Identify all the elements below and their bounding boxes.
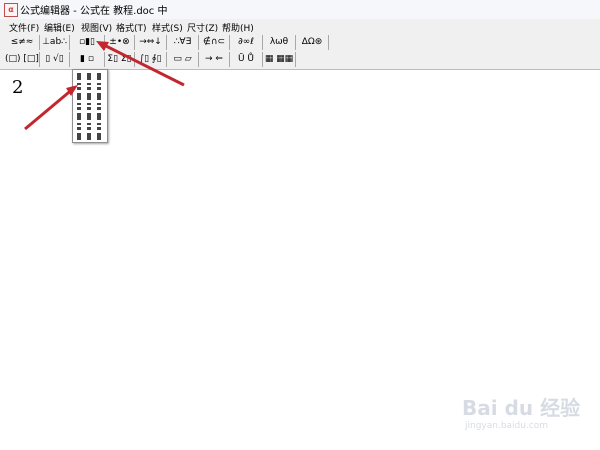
template-cell[interactable]	[75, 112, 84, 121]
logical-symbols-button[interactable]: ∴∀∃	[167, 35, 199, 50]
template-cell[interactable]	[85, 132, 94, 141]
equation-text[interactable]: 2	[12, 77, 23, 98]
template-cell[interactable]	[95, 122, 104, 131]
menu-file[interactable]: 文件(F)	[9, 21, 39, 34]
template-cell[interactable]	[85, 102, 94, 111]
fraction-radical-templates-button[interactable]: ▯ √▯	[40, 52, 70, 67]
greek-uppercase-button[interactable]: ΔΩ⊛	[296, 35, 329, 50]
template-cell[interactable]	[95, 92, 104, 101]
labeled-arrow-templates-button[interactable]: → ⇐	[199, 52, 230, 67]
template-cell[interactable]	[75, 92, 84, 101]
template-cell[interactable]	[85, 92, 94, 101]
menu-edit[interactable]: 编辑(E)	[44, 21, 75, 34]
template-cell[interactable]	[85, 72, 94, 81]
menu-size[interactable]: 尺寸(Z)	[187, 21, 218, 34]
toolbar-row-symbols: ≤≠≈ ⊥ab∴ ▫▮▯ ±•⊗ →⇔↓ ∴∀∃ ∉∩⊂ ∂∞ℓ λωθ ΔΩ⊛	[0, 35, 600, 52]
template-cell[interactable]	[75, 82, 84, 91]
template-cell[interactable]	[95, 112, 104, 121]
template-cell[interactable]	[75, 122, 84, 131]
relational-symbols-button[interactable]: ≤≠≈	[5, 35, 40, 50]
spaces-ellipses-button[interactable]: ⊥ab∴	[40, 35, 70, 50]
toolbar-row-templates: (□) [□] ▯ √▯ ▮ ▫ Σ▯ Σ▯ ∫▯ ∮▯ ▭ ▱ → ⇐ Ū Ů…	[0, 52, 600, 69]
template-cell[interactable]	[95, 102, 104, 111]
template-cell[interactable]	[75, 102, 84, 111]
set-theory-button[interactable]: ∉∩⊂	[199, 35, 230, 50]
template-cell[interactable]	[85, 122, 94, 131]
operator-symbols-button[interactable]: ±•⊗	[105, 35, 135, 50]
template-cell[interactable]	[75, 132, 84, 141]
template-cell[interactable]	[95, 82, 104, 91]
product-templates-button[interactable]: Ū Ů	[230, 52, 263, 67]
template-palette-dropdown	[72, 69, 108, 143]
underbar-overbar-templates-button[interactable]: ▭ ▱	[167, 52, 199, 67]
misc-symbols-button[interactable]: ∂∞ℓ	[230, 35, 263, 50]
app-icon: α	[4, 3, 18, 17]
menu-format[interactable]: 格式(T)	[116, 21, 147, 34]
arrow-symbols-button[interactable]: →⇔↓	[135, 35, 167, 50]
template-cell[interactable]	[85, 82, 94, 91]
subscript-superscript-templates-button[interactable]: ▮ ▫	[70, 52, 105, 67]
fence-templates-button[interactable]: (□) [□]	[5, 52, 40, 67]
window-title: 公式编辑器 - 公式在 教程.doc 中	[20, 6, 168, 17]
menu-view[interactable]: 视图(V)	[81, 21, 112, 34]
menu-bar: 文件(F) 编辑(E) 视图(V) 格式(T) 样式(S) 尺寸(Z) 帮助(H…	[0, 19, 600, 35]
menu-style[interactable]: 样式(S)	[152, 21, 183, 34]
embellishments-button[interactable]: ▫▮▯	[70, 35, 105, 50]
template-cell[interactable]	[85, 112, 94, 121]
matrix-templates-button[interactable]: ▦ ▦▦	[263, 52, 296, 67]
watermark-url: jingyan.baidu.com	[465, 421, 549, 431]
watermark-logo: Bai du 经验	[462, 396, 581, 420]
template-cell[interactable]	[95, 132, 104, 141]
template-cell[interactable]	[95, 72, 104, 81]
title-bar: α 公式编辑器 - 公式在 教程.doc 中	[0, 0, 600, 20]
menu-help[interactable]: 帮助(H)	[222, 21, 254, 34]
template-cell[interactable]	[75, 72, 84, 81]
integral-templates-button[interactable]: ∫▯ ∮▯	[135, 52, 167, 67]
summation-templates-button[interactable]: Σ▯ Σ▯	[105, 52, 135, 67]
greek-lowercase-button[interactable]: λωθ	[263, 35, 296, 50]
